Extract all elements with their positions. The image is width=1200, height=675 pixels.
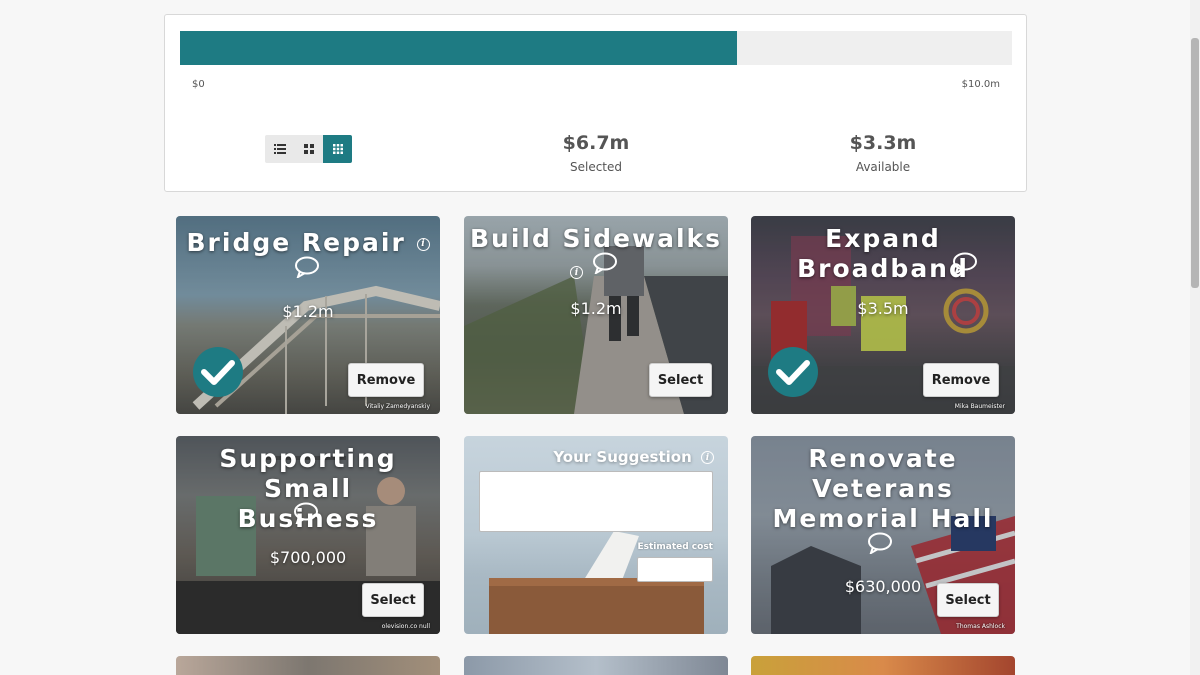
- project-card-expand-broadband[interactable]: Expand Broadband $3.5m Remove Mika Baume…: [751, 216, 1015, 414]
- info-icon[interactable]: i: [701, 451, 714, 464]
- selected-label: Selected: [569, 160, 623, 174]
- grid-view-icon: [303, 144, 314, 154]
- info-icon[interactable]: i: [416, 237, 430, 251]
- select-button[interactable]: Select: [362, 583, 424, 617]
- remove-button[interactable]: Remove: [348, 363, 424, 397]
- list-view-button[interactable]: [265, 135, 294, 163]
- compact-grid-view-button[interactable]: [323, 135, 352, 163]
- suggestion-title-line: Your Suggestion i: [464, 448, 728, 466]
- card-title: Renovate Veterans Memorial Hall: [772, 444, 994, 533]
- project-card-supporting-small-business[interactable]: Supporting Small Business $700,000 Selec…: [176, 436, 440, 634]
- photo-credit: Mika Baumeister: [954, 403, 1005, 410]
- budget-progress-bar: [180, 31, 1012, 65]
- card-price: $1.2m: [570, 299, 622, 318]
- scrollbar-thumb[interactable]: [1191, 38, 1199, 288]
- card-price: $1.2m: [282, 302, 334, 321]
- selected-amount: $6.7m: [562, 132, 630, 154]
- info-icon[interactable]: i: [570, 266, 583, 279]
- suggestion-textarea[interactable]: [479, 471, 713, 532]
- available-amount: $3.3m: [849, 132, 917, 154]
- page-scrollbar[interactable]: [1190, 0, 1200, 675]
- view-toggle: [265, 135, 352, 163]
- card-price: $3.5m: [857, 299, 909, 318]
- project-card-partial[interactable]: [464, 656, 728, 675]
- estimated-cost-input[interactable]: [637, 557, 713, 582]
- remove-button[interactable]: Remove: [923, 363, 999, 397]
- photo-credit: olevision.co null: [381, 623, 430, 630]
- select-button[interactable]: Select: [937, 583, 999, 617]
- selected-stat: $6.7m Selected: [516, 132, 676, 174]
- suggestion-title: Your Suggestion: [553, 448, 692, 466]
- project-card-bridge-repair[interactable]: Bridge Repair i $1.2m Remove Vitaliy Zam…: [176, 216, 440, 414]
- select-button[interactable]: Select: [649, 363, 712, 397]
- card-title: Build Sidewalks: [469, 224, 723, 253]
- checkmark-icon: [776, 360, 810, 385]
- available-label: Available: [855, 160, 911, 174]
- card-title: Bridge Repair: [186, 228, 406, 257]
- selected-check-badge: [768, 347, 818, 397]
- card-price: $700,000: [269, 548, 347, 567]
- budget-panel: $0 $10.0m $6.7m Selected $3.3m Available: [164, 14, 1027, 192]
- card-title-line: Bridge Repair i: [176, 228, 440, 257]
- budget-max-label: $10.0m: [961, 79, 1000, 90]
- project-card-partial[interactable]: [751, 656, 1015, 675]
- comment-icon[interactable]: [592, 252, 618, 274]
- compact-grid-view-icon: [332, 144, 343, 154]
- project-card-build-sidewalks[interactable]: Build Sidewalks i $1.2m Select: [464, 216, 728, 414]
- estimated-cost-label: Estimated cost: [637, 542, 713, 552]
- checkmark-icon: [201, 360, 235, 385]
- project-card-renovate-veterans-memorial-hall[interactable]: Renovate Veterans Memorial Hall $630,000…: [751, 436, 1015, 634]
- list-view-icon: [273, 144, 286, 154]
- selected-check-badge: [193, 347, 243, 397]
- budget-min-label: $0: [192, 79, 205, 90]
- budget-progress-fill: [180, 31, 738, 65]
- comment-icon[interactable]: [293, 502, 319, 524]
- project-card-partial[interactable]: [176, 656, 440, 675]
- photo-credit: Vitaliy Zamedyanskiy: [365, 403, 430, 410]
- suggestion-card: Your Suggestion i Estimated cost: [464, 436, 728, 634]
- comment-icon[interactable]: [867, 532, 893, 554]
- grid-view-button[interactable]: [294, 135, 323, 163]
- available-stat: $3.3m Available: [803, 132, 963, 174]
- photo-credit: Thomas Ashlock: [956, 623, 1005, 630]
- comment-icon[interactable]: [952, 252, 978, 274]
- comment-icon[interactable]: [294, 256, 320, 278]
